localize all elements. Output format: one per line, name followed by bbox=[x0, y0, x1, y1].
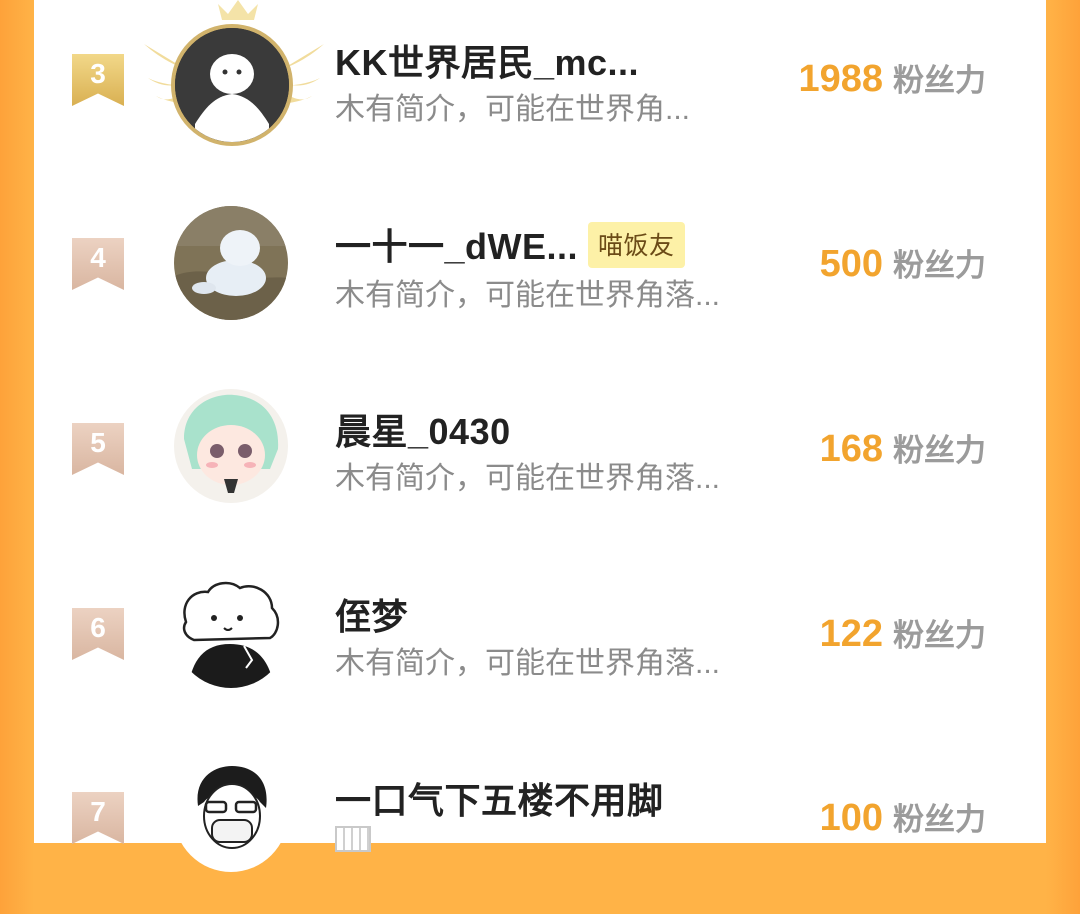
anime-girl-avatar[interactable] bbox=[174, 389, 288, 503]
list-item[interactable]: 6 侄梦 木有简介，可能在世界角落... 122 粉丝力 bbox=[34, 550, 1046, 730]
list-item[interactable]: 4 一十一_dWE... 喵饭友 木有简介，可能在世界角落... 500 粉丝力 bbox=[34, 180, 1046, 360]
score-unit: 粉丝力 bbox=[893, 802, 986, 837]
fan-badge: 喵饭友 bbox=[588, 222, 685, 269]
list-item[interactable]: 5 晨星_0430 木有简介，可能在世界角落... 168 粉丝力 bbox=[34, 365, 1046, 545]
list-item[interactable]: 7 一口气下五楼不用脚 100 粉丝力 bbox=[34, 734, 1046, 914]
user-bio: 木有简介，可能在世界角落... bbox=[335, 462, 721, 495]
document-icon bbox=[335, 826, 371, 852]
user-name[interactable]: 侄梦 bbox=[335, 588, 408, 640]
score-unit: 粉丝力 bbox=[893, 433, 986, 468]
score-unit: 粉丝力 bbox=[893, 63, 986, 98]
fan-score: 100 粉丝力 bbox=[820, 794, 986, 840]
list-item[interactable]: 3 KK世界居民_mc... 木有简介，可能在世界角... 1988 粉丝力 bbox=[34, 0, 1046, 180]
fan-score: 500 粉丝力 bbox=[820, 240, 986, 286]
user-name[interactable]: 晨星_0430 bbox=[335, 403, 511, 455]
rank-badge: 6 bbox=[72, 608, 124, 660]
rank-badge: 7 bbox=[72, 792, 124, 844]
snowman-avatar[interactable] bbox=[174, 206, 288, 320]
score-value: 122 bbox=[819, 613, 883, 655]
fan-score: 168 粉丝力 bbox=[820, 425, 986, 471]
rank-badge: 5 bbox=[72, 423, 124, 475]
score-value: 100 bbox=[819, 797, 883, 839]
ghost-avatar[interactable] bbox=[171, 24, 293, 146]
rank-badge: 3 bbox=[72, 54, 124, 106]
score-value: 1988 bbox=[798, 58, 883, 100]
masked-boy-avatar[interactable] bbox=[174, 758, 288, 872]
score-unit: 粉丝力 bbox=[893, 248, 986, 283]
bear-avatar[interactable] bbox=[174, 574, 288, 688]
leaderboard-card: 3 KK世界居民_mc... 木有简介，可能在世界角... 1988 粉丝力 4 bbox=[34, 0, 1046, 872]
score-value: 168 bbox=[819, 428, 883, 470]
user-name[interactable]: 一十一_dWE... 喵饭友 bbox=[335, 218, 685, 272]
user-bio: 木有简介，可能在世界角落... bbox=[335, 647, 721, 680]
user-name[interactable]: 一口气下五楼不用脚 bbox=[335, 772, 664, 824]
fan-score: 122 粉丝力 bbox=[820, 610, 986, 656]
user-bio: 木有简介，可能在世界角... bbox=[335, 93, 691, 126]
score-unit: 粉丝力 bbox=[893, 618, 986, 653]
user-bio: 木有简介，可能在世界角落... bbox=[335, 279, 721, 312]
score-value: 500 bbox=[819, 243, 883, 285]
rank-badge: 4 bbox=[72, 238, 124, 290]
fan-score: 1988 粉丝力 bbox=[798, 55, 986, 101]
user-name[interactable]: KK世界居民_mc... bbox=[335, 34, 639, 86]
